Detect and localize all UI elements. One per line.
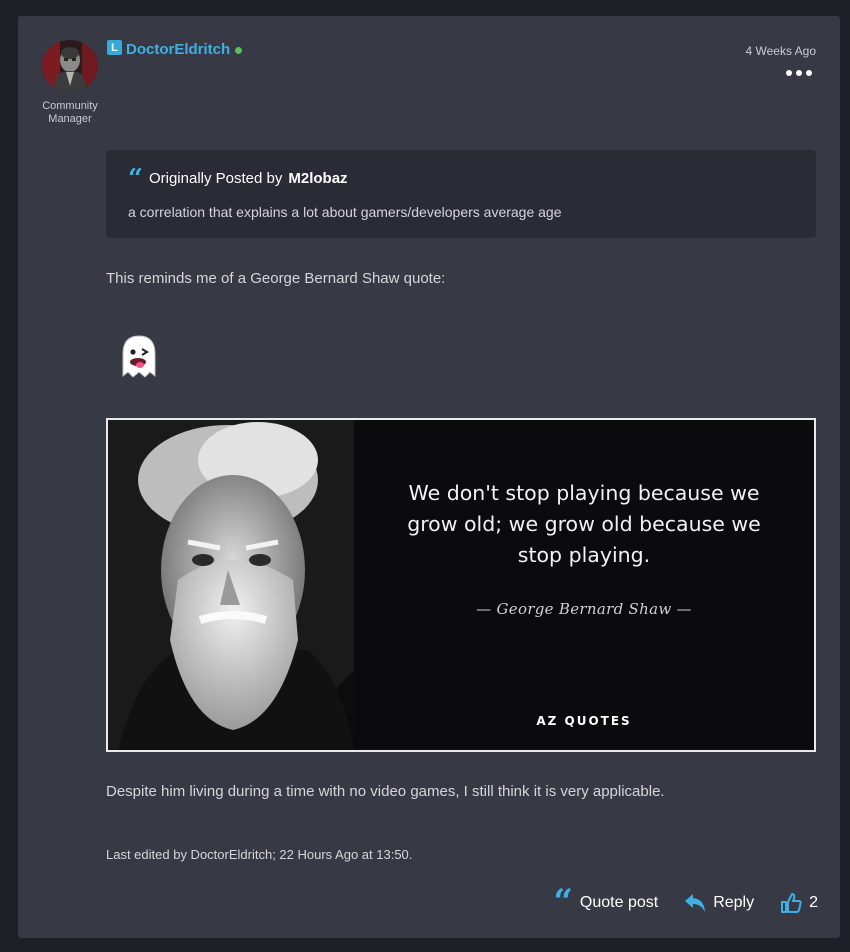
online-status-dot <box>235 47 243 54</box>
quote-image[interactable]: We don't stop playing because we grow ol… <box>106 418 816 752</box>
post-actions: “ Quote post Reply 2 <box>553 882 818 922</box>
like-count: 2 <box>809 894 818 911</box>
reply-label: Reply <box>713 894 755 911</box>
quote-icon: “ <box>553 882 573 922</box>
reply-button[interactable]: Reply <box>684 893 754 913</box>
quote-header: “ Originally Posted by M2lobaz <box>128 163 348 194</box>
portrait-photo <box>108 420 354 750</box>
image-quote-text: We don't stop playing because we grow ol… <box>354 478 814 571</box>
quote-icon: “ <box>128 163 143 194</box>
more-dot <box>806 70 812 76</box>
more-dot <box>796 70 802 76</box>
image-quote-line: stop playing. <box>517 543 651 567</box>
quote-post-button[interactable]: “ Quote post <box>553 882 659 922</box>
quote-text: a correlation that explains a lot about … <box>128 204 562 220</box>
quote-author-link[interactable]: M2lobaz <box>288 170 347 187</box>
reply-icon <box>685 894 706 912</box>
post-paragraph: This reminds me of a George Bernard Shaw… <box>106 270 446 287</box>
more-icon[interactable] <box>786 70 812 76</box>
user-rank: Community Manager <box>42 100 98 125</box>
quote-prefix: Originally Posted by <box>148 170 283 187</box>
image-quote-author: — George Bernard Shaw — <box>476 600 692 618</box>
forum-post: Community Manager L DoctorEldritch 4 Wee… <box>18 16 840 938</box>
author-line: L DoctorEldritch <box>107 40 243 58</box>
quoted-post: “ Originally Posted by M2lobaz a correla… <box>106 150 816 238</box>
quote-panel: We don't stop playing because we grow ol… <box>354 420 814 750</box>
image-quote-line: grow old; we grow old because we <box>407 512 761 536</box>
avatar[interactable] <box>42 40 98 92</box>
author-name-link[interactable]: DoctorEldritch <box>126 41 230 58</box>
like-button[interactable]: 2 <box>780 892 818 914</box>
post-paragraph: Despite him living during a time with no… <box>106 783 665 800</box>
thumbs-up-icon <box>781 893 802 913</box>
post-timestamp: 4 Weeks Ago <box>745 44 817 58</box>
more-dot <box>786 70 792 76</box>
azquotes-logo: AZ QUOTES <box>536 714 632 728</box>
ghost-emoji <box>114 332 164 382</box>
image-quote-line: We don't stop playing because we <box>408 481 760 505</box>
quote-post-label: Quote post <box>579 894 659 911</box>
user-badge: L <box>107 40 122 55</box>
edited-note: Last edited by DoctorEldritch; 22 Hours … <box>106 847 413 862</box>
